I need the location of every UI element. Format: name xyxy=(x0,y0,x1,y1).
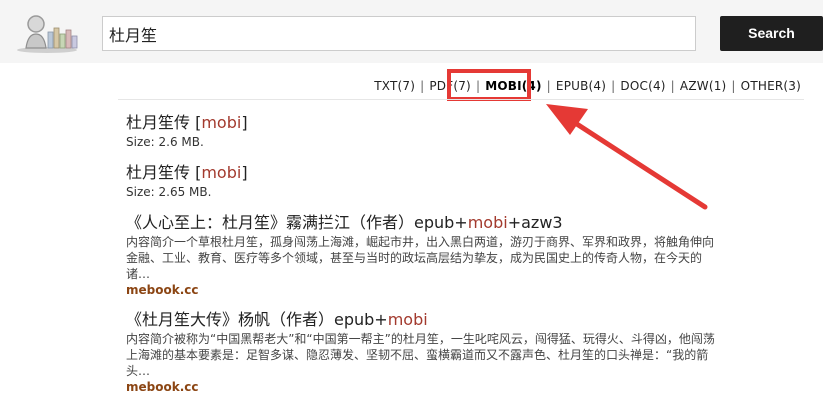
format-link: mobi xyxy=(387,310,428,329)
filter-separator: | xyxy=(546,79,551,93)
header-bar: Search xyxy=(0,0,823,63)
result-item: 《人心至上：杜月笙》霧满拦江（作者）epub+mobi+azw3 内容简介一个草… xyxy=(126,213,726,298)
filter-txt[interactable]: TXT(7) xyxy=(374,79,415,93)
filter-epub[interactable]: EPUB(4) xyxy=(556,79,606,93)
result-title[interactable]: 杜月笙传 [mobi] xyxy=(126,163,726,183)
filter-separator: | xyxy=(731,79,736,93)
filter-separator: | xyxy=(611,79,616,93)
filter-pdf[interactable]: PDF(7) xyxy=(429,79,471,93)
search-button[interactable]: Search xyxy=(720,16,823,51)
format-link: mobi xyxy=(467,213,508,232)
result-item: 杜月笙传 [mobi] Size: 2.65 MB. xyxy=(126,163,726,200)
result-size: Size: 2.65 MB. xyxy=(126,185,212,199)
filter-separator: | xyxy=(475,79,481,93)
filter-separator: | xyxy=(670,79,675,93)
result-size: Size: 2.6 MB. xyxy=(126,135,204,149)
result-title[interactable]: 杜月笙传 [mobi] xyxy=(126,113,726,133)
site-logo[interactable] xyxy=(14,12,80,54)
result-source-link[interactable]: mebook.cc xyxy=(126,379,726,395)
format-link: mobi xyxy=(201,113,242,132)
format-filter-bar: TXT(7) | PDF(7) | MOBI(4) | EPUB(4) | DO… xyxy=(374,76,801,96)
filter-other[interactable]: OTHER(3) xyxy=(741,79,801,93)
result-item: 杜月笙传 [mobi] Size: 2.6 MB. xyxy=(126,113,726,150)
result-description: 内容简介被称为“中国黑帮老大”和“中国第一帮主”的杜月笙，一生叱咤风云，闯得猛、… xyxy=(126,332,715,378)
result-description: 内容简介一个草根杜月笙，孤身闯荡上海滩，崛起市井，出入黑白两道，游刃于商界、军界… xyxy=(126,235,715,281)
filter-azw[interactable]: AZW(1) xyxy=(680,79,727,93)
result-item: 《杜月笙大传》杨帆（作者）epub+mobi 内容简介被称为“中国黑帮老大”和“… xyxy=(126,310,726,395)
result-title[interactable]: 《人心至上：杜月笙》霧满拦江（作者）epub+mobi+azw3 xyxy=(126,213,726,233)
filter-doc[interactable]: DOC(4) xyxy=(620,79,665,93)
divider xyxy=(118,99,804,100)
filter-mobi[interactable]: MOBI(4) xyxy=(485,79,541,93)
filter-separator: | xyxy=(420,79,425,93)
format-link: mobi xyxy=(201,163,242,182)
search-input[interactable] xyxy=(102,16,696,51)
result-title[interactable]: 《杜月笙大传》杨帆（作者）epub+mobi xyxy=(126,310,726,330)
result-source-link[interactable]: mebook.cc xyxy=(126,282,726,298)
